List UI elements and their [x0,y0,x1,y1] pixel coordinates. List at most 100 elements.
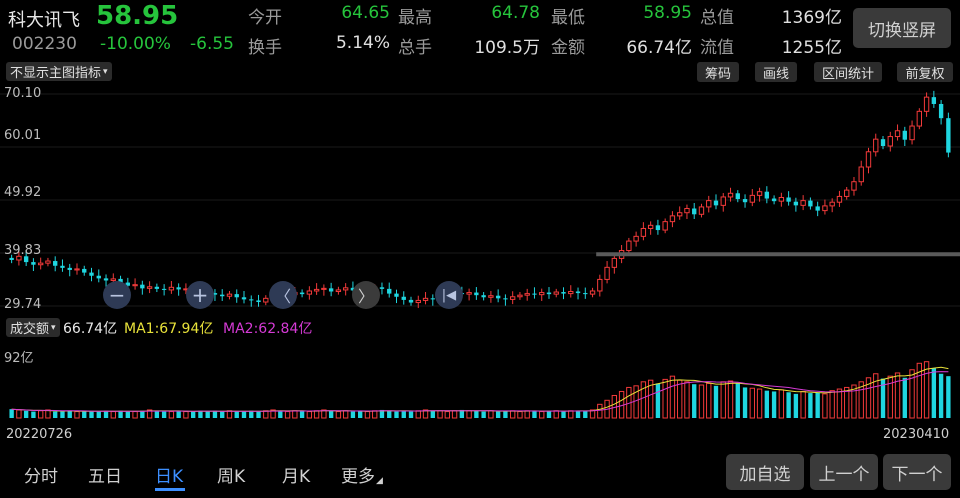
tab-2[interactable]: 日K [155,462,183,487]
volume-bar [793,393,799,418]
volume-bar [292,410,298,419]
ma1-label: MA1:67.94亿 [124,321,214,337]
candle [430,298,435,300]
volume-bar [662,378,668,419]
candle [873,138,879,153]
candle [249,299,254,301]
candle [647,224,654,229]
volume-bar [299,410,305,418]
next-button[interactable]: 下一个 [883,454,951,490]
candle [226,293,233,297]
volume-bar [546,410,552,418]
quote-value: 1369亿 [781,8,842,28]
volume-bar [488,410,494,419]
candle [546,292,552,295]
candle [611,257,618,268]
volume-bar [387,410,392,418]
candle [692,208,697,215]
scroll-right-button[interactable]: 〉 [352,281,380,309]
volume-bar [532,410,537,418]
candle [481,295,486,298]
candle [335,289,342,293]
volume-bar [176,410,181,418]
candle [931,97,937,104]
scroll-left-button[interactable]: 〈 [269,281,297,309]
candle [677,212,683,217]
zoom-in-button[interactable]: + [186,281,214,309]
quote-label: 总值 [700,8,734,28]
volume-bar [342,410,349,419]
volume-bar [31,411,36,418]
range-stats-button[interactable]: 区间统计 [814,62,882,82]
candle [626,240,632,252]
ma2-label: MA2:62.84亿 [223,321,313,337]
candle [89,272,94,276]
jump-start-button[interactable]: |◀ [435,281,463,309]
candle [379,287,385,289]
volume-bar [241,411,247,418]
indicator-select-label: 不显示主图指标 [10,66,102,81]
tab-1[interactable]: 五日 [88,462,122,487]
tab-0[interactable]: 分时 [24,462,58,487]
tab-3[interactable]: 周K [217,462,245,487]
candle [466,292,472,295]
draw-line-button[interactable]: 画线 [755,62,797,82]
candle [822,205,828,212]
volume-bar [481,411,486,418]
zoom-out-button[interactable]: − [103,281,131,309]
volume-bar [306,411,313,419]
candle [851,181,857,191]
volume-bar [756,388,763,419]
volume-select[interactable]: 成交额 ▾ [6,318,60,337]
candle [844,189,850,197]
candle [96,275,101,279]
volume-bar [60,411,65,418]
quote-label: 今开 [248,8,282,28]
candle [829,201,835,207]
chevron-right-icon: 〉 [357,287,374,306]
tab-4[interactable]: 月K [282,462,310,487]
previous-button[interactable]: 上一个 [810,454,878,490]
candle [865,151,872,168]
volume-bar [764,390,770,418]
volume-bar [655,383,661,418]
price-axis-label: 70.10 [4,86,42,101]
volume-bar [415,410,421,419]
volume-bar [168,411,175,419]
switch-portrait-button[interactable]: 切换竖屏 [853,8,951,48]
volume-bar [539,411,545,419]
volume-bar [713,385,719,418]
candle [640,227,647,237]
chips-button[interactable]: 筹码 [697,62,739,82]
candle [742,199,748,203]
quote-label: 最高 [398,8,432,28]
candle [306,290,313,295]
candle [698,206,705,215]
volume-bar [37,410,44,419]
add-watchlist-button[interactable]: 加自选 [726,454,804,490]
candle [234,294,239,298]
volume-bar [735,383,740,418]
candle [474,292,479,296]
candle [82,268,87,273]
volume-bar [198,410,203,418]
skip-icon: |◀ [441,287,457,303]
volume-bar [350,411,356,418]
candle [503,298,508,300]
candle [880,139,886,147]
candle [727,192,734,198]
volume-bar [684,381,690,419]
volume-chart[interactable] [0,340,960,422]
tab-5[interactable]: 更多 [341,462,375,487]
candlestick-chart[interactable] [0,84,960,316]
volume-bar [394,411,399,418]
volume-bar [909,369,915,419]
more-corner-icon: ◢ [376,476,383,486]
indicator-select[interactable]: 不显示主图指标 ▾ [6,62,112,81]
volume-bar [328,410,334,418]
candle [524,293,530,296]
volume-bar [575,410,581,418]
forward-adjust-button[interactable]: 前复权 [897,62,953,82]
volume-bar [190,411,196,418]
volume-bar [183,411,189,419]
